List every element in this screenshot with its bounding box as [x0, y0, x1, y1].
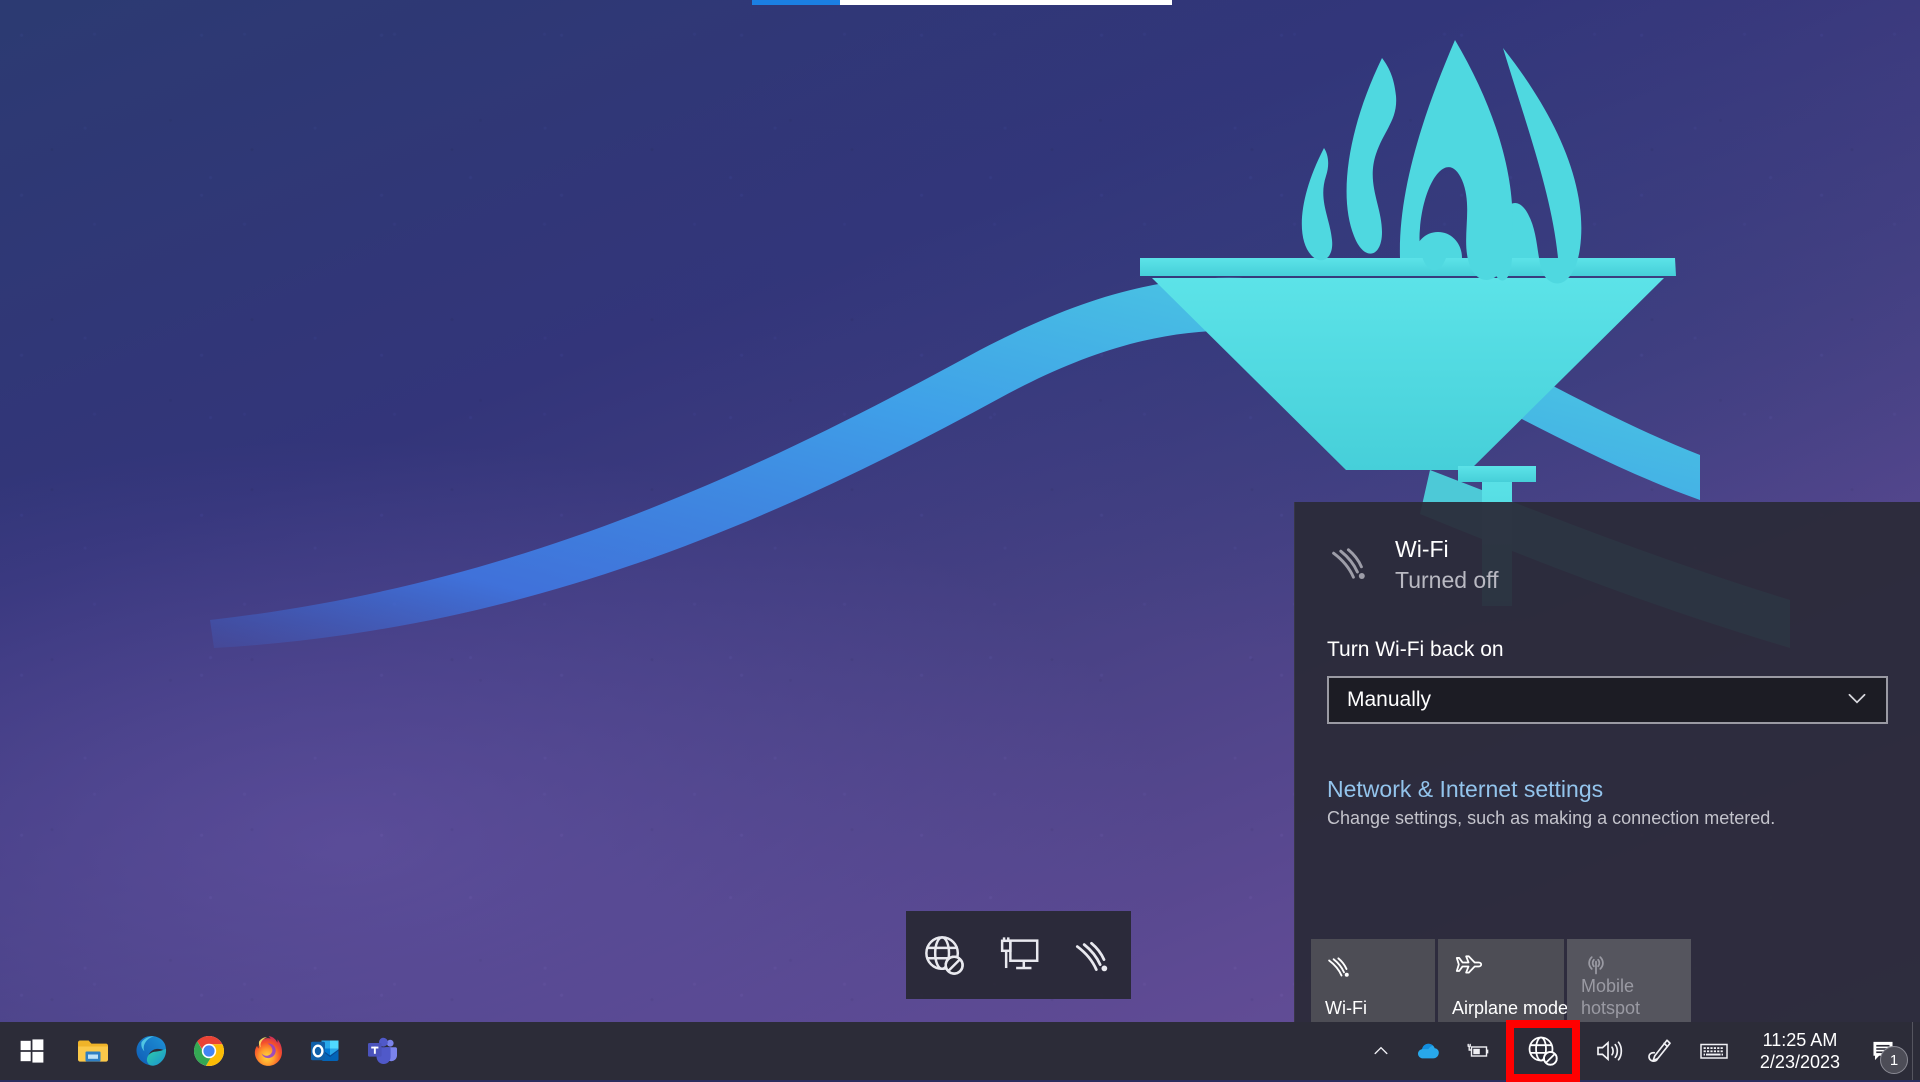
wifi-off-icon [1327, 538, 1381, 591]
quick-tile-mobile-hotspot-label: Mobile hotspot [1581, 975, 1685, 1019]
tray-battery-icon[interactable] [1452, 1022, 1504, 1080]
wifi-title: Wi-Fi [1395, 534, 1499, 564]
tray-pen-workspace-button[interactable] [1634, 1022, 1686, 1080]
flyout-header: Wi-Fi Turned off [1295, 502, 1920, 596]
globe-no-connection-icon[interactable] [914, 925, 974, 985]
airplane-icon [1452, 951, 1484, 988]
taskbar-clock[interactable]: 11:25 AM 2/23/2023 [1742, 1022, 1854, 1080]
onedrive-icon [1413, 1037, 1441, 1065]
wifi-back-on-dropdown[interactable]: Manually [1327, 676, 1888, 724]
start-button[interactable] [0, 1022, 64, 1080]
clock-time: 11:25 AM [1763, 1029, 1838, 1051]
network-no-internet-icon [1526, 1034, 1560, 1068]
touch-keyboard-icon [1697, 1034, 1731, 1068]
mozilla-firefox-icon [249, 1033, 285, 1069]
microsoft-edge-icon [133, 1033, 169, 1069]
network-flyout[interactable]: Wi-Fi Turned off Turn Wi-Fi back on Manu… [1294, 502, 1920, 1031]
progress-sliver [752, 0, 1172, 5]
ethernet-monitor-icon[interactable] [989, 925, 1049, 985]
notification-badge: 1 [1880, 1046, 1908, 1074]
windows-logo-icon [19, 1038, 45, 1064]
quick-tile-mobile-hotspot[interactable]: Mobile hotspot [1567, 939, 1691, 1031]
tray-volume-button[interactable] [1582, 1022, 1634, 1080]
taskbar-app-microsoft-edge[interactable] [122, 1022, 180, 1080]
microsoft-outlook-icon [307, 1033, 343, 1069]
show-hidden-icons-button[interactable] [1360, 1022, 1402, 1080]
chevron-down-icon [1844, 685, 1870, 716]
wifi-status: Turned off [1395, 564, 1499, 596]
taskbar-app-microsoft-teams[interactable] [354, 1022, 412, 1080]
taskbar: 11:25 AM 2/23/2023 1 [0, 1022, 1920, 1080]
wifi-off-icon[interactable] [1064, 925, 1124, 985]
tray-onedrive-icon[interactable] [1402, 1022, 1452, 1080]
volume-icon [1593, 1036, 1623, 1066]
turn-wifi-back-on-label: Turn Wi-Fi back on [1295, 638, 1920, 662]
network-internet-settings-link[interactable]: Network & Internet settings [1295, 776, 1920, 803]
taskbar-app-mozilla-firefox[interactable] [238, 1022, 296, 1080]
system-tray: 11:25 AM 2/23/2023 1 [1360, 1022, 1920, 1080]
chevron-up-icon [1371, 1041, 1391, 1061]
quick-tile-airplane-mode[interactable]: Airplane mode [1438, 939, 1564, 1031]
quick-tile-airplane-mode-label: Airplane mode [1452, 997, 1558, 1019]
file-explorer-icon [75, 1033, 111, 1069]
pen-workspace-icon [1645, 1036, 1675, 1066]
battery-charging-icon [1463, 1036, 1493, 1066]
taskbar-app-file-explorer[interactable] [64, 1022, 122, 1080]
pinned-apps [64, 1022, 412, 1080]
wifi-back-on-value: Manually [1347, 688, 1431, 712]
network-settings-description: Change settings, such as making a connec… [1295, 808, 1920, 829]
tray-touch-keyboard-button[interactable] [1686, 1022, 1742, 1080]
hidden-icons-flyout[interactable] [906, 911, 1131, 999]
action-center-button[interactable]: 1 [1854, 1022, 1912, 1080]
microsoft-teams-icon [365, 1033, 401, 1069]
show-desktop-button[interactable] [1912, 1022, 1920, 1080]
progress-sliver-fill [752, 0, 840, 5]
google-chrome-icon [191, 1033, 227, 1069]
taskbar-app-microsoft-outlook[interactable] [296, 1022, 354, 1080]
wifi-off-icon [1325, 951, 1355, 986]
taskbar-app-google-chrome[interactable] [180, 1022, 238, 1080]
quick-action-tiles: Wi-Fi Airplane mode Mobile hotspot [1311, 939, 1905, 1031]
clock-date: 2/23/2023 [1760, 1051, 1840, 1073]
quick-tile-wifi-label: Wi-Fi [1325, 997, 1429, 1019]
tray-network-button[interactable] [1506, 1020, 1580, 1082]
quick-tile-wifi[interactable]: Wi-Fi [1311, 939, 1435, 1031]
